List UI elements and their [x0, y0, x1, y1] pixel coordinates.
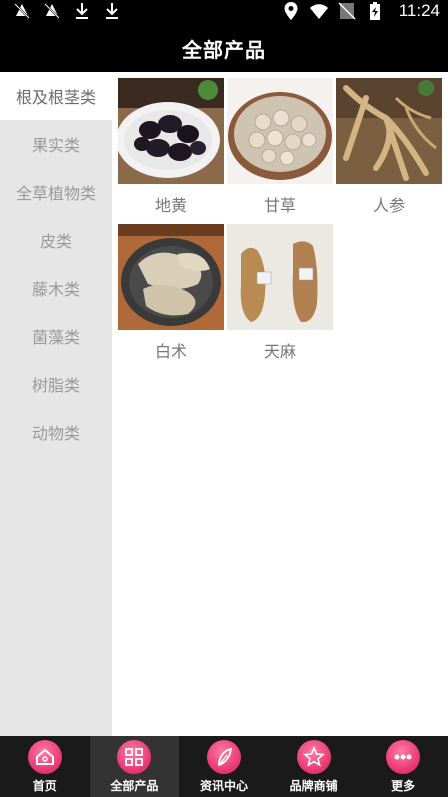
product-name: 白术	[154, 342, 187, 361]
tab-label: 品牌商铺	[289, 779, 338, 793]
product-image-gancao	[227, 78, 333, 184]
tab-home[interactable]: 首页	[0, 736, 90, 797]
product-grid: 地黄 甘草 人参 白术 天麻	[118, 78, 442, 370]
tab-all-products[interactable]: 全部产品	[89, 736, 180, 797]
product-card[interactable]: 白术	[118, 224, 224, 370]
status-right-icons: 11:24	[281, 1, 440, 21]
category-sidebar: 根及根茎类 果实类 全草植物类 皮类 藤木类 菌藻类 树脂类 动物类	[0, 72, 112, 736]
download-icon	[76, 3, 88, 19]
app-header: 全部产品	[0, 24, 448, 72]
download-icon	[106, 3, 118, 19]
product-name: 天麻	[263, 342, 296, 361]
sidebar-item-roots[interactable]: 根及根茎类	[0, 72, 112, 120]
status-time: 11:24	[398, 1, 440, 20]
sidebar-item-fruits[interactable]: 果实类	[0, 120, 112, 168]
tab-label: 全部产品	[110, 779, 159, 793]
home-icon	[27, 740, 62, 774]
product-card[interactable]: 地黄	[118, 78, 224, 224]
wifi-icon	[309, 4, 328, 19]
product-card[interactable]: 甘草	[227, 78, 333, 224]
product-name: 人参	[372, 196, 405, 215]
tab-label: 更多	[391, 779, 416, 793]
product-image-baizhu	[118, 224, 224, 330]
product-name: 地黄	[154, 196, 187, 215]
sidebar-item-resins[interactable]: 树脂类	[0, 360, 112, 408]
status-bar: 11:24	[0, 0, 448, 24]
grid-icon	[117, 740, 152, 774]
bottom-tab-bar: 首页 全部产品 资讯中心 品牌商铺 更多	[0, 736, 448, 797]
page-title: 全部产品	[182, 37, 266, 62]
no-sim-icon	[338, 2, 356, 20]
leaf-icon	[206, 740, 241, 774]
product-image-tianma	[227, 224, 333, 330]
tab-label: 首页	[32, 779, 57, 793]
battery-icon	[369, 2, 380, 20]
product-card[interactable]: 人参	[336, 78, 442, 224]
status-left-icons	[12, 1, 122, 21]
muted-bell-icon	[44, 3, 60, 19]
muted-bell-icon	[14, 3, 30, 19]
tab-news-center[interactable]: 资讯中心	[179, 736, 269, 797]
tab-brand-stores[interactable]: 品牌商铺	[269, 736, 359, 797]
tab-label: 资讯中心	[199, 779, 248, 793]
sidebar-item-fungi-algae[interactable]: 菌藻类	[0, 312, 112, 360]
sidebar-item-animals[interactable]: 动物类	[0, 408, 112, 456]
more-icon	[386, 740, 421, 774]
sidebar-item-whole-herbs[interactable]: 全草植物类	[0, 168, 112, 216]
product-image-renshen	[336, 78, 442, 184]
sidebar-item-vines-woods[interactable]: 藤木类	[0, 264, 112, 312]
location-icon	[284, 2, 298, 20]
product-panel: 地黄 甘草 人参 白术 天麻	[112, 72, 448, 736]
product-image-dihuang	[118, 78, 224, 184]
star-icon	[296, 740, 331, 774]
product-card[interactable]: 天麻	[227, 224, 333, 370]
tab-more[interactable]: 更多	[358, 736, 448, 797]
product-name: 甘草	[263, 196, 296, 215]
sidebar-item-barks[interactable]: 皮类	[0, 216, 112, 264]
